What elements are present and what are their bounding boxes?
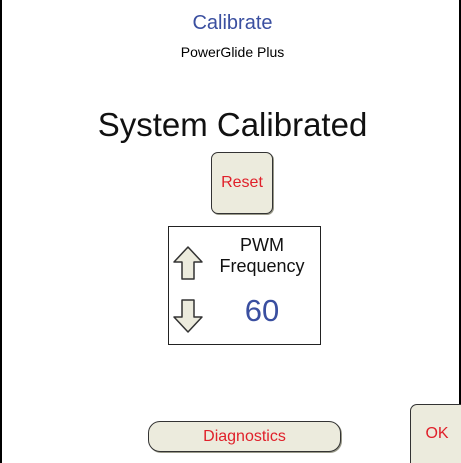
arrow-down-icon[interactable] (173, 299, 203, 338)
pwm-label: PWM (240, 235, 284, 255)
pwm-frequency-value: 60 (244, 293, 280, 328)
pwm-frequency-panel: PWM Frequency 60 (168, 226, 321, 345)
diagnostics-button[interactable]: Diagnostics (148, 421, 341, 452)
ok-button[interactable]: OK (410, 404, 461, 463)
reset-button[interactable]: Reset (211, 152, 273, 214)
frequency-label: Frequency (219, 256, 305, 276)
calibrate-screen: Calibrate PowerGlide Plus System Calibra… (0, 0, 461, 463)
page-title: Calibrate (192, 12, 273, 34)
calibration-status: System Calibrated (97, 106, 368, 143)
arrow-up-icon[interactable] (173, 246, 203, 285)
page-subtitle: PowerGlide Plus (180, 44, 285, 60)
